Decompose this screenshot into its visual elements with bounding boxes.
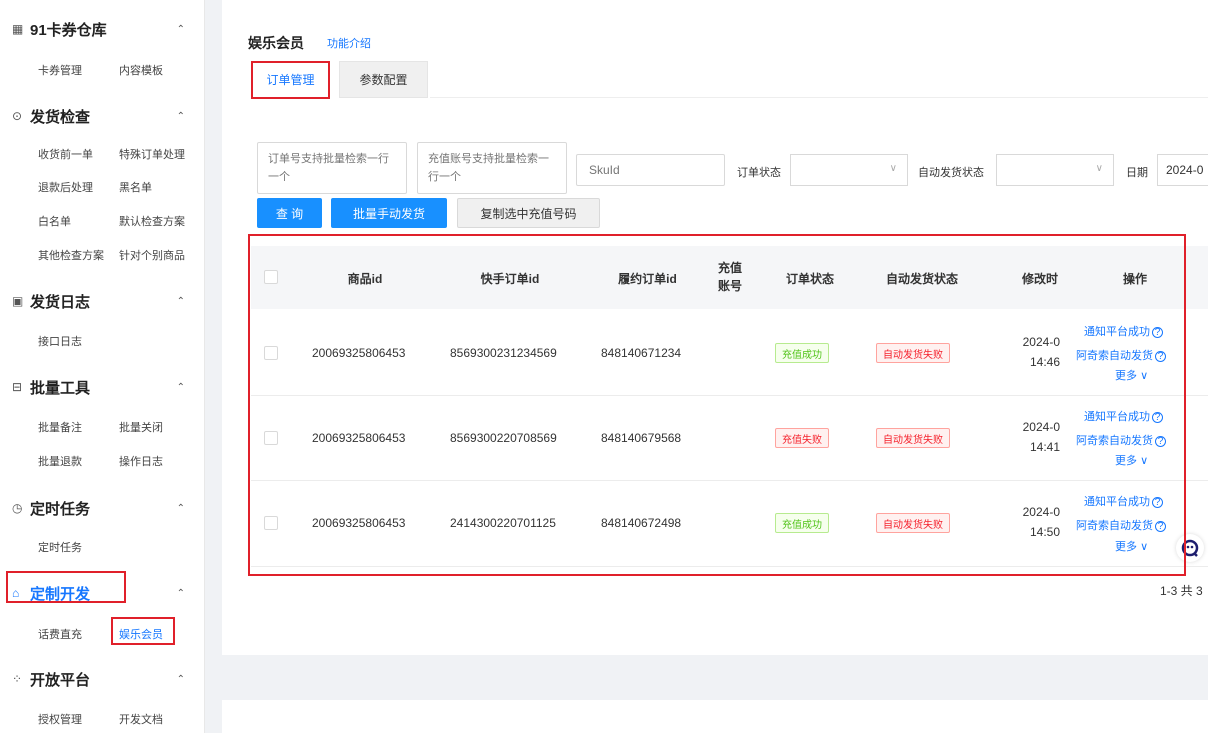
sidebar-group-ship-check[interactable]: ⊙ 发货检查 ⌃ (12, 104, 197, 128)
sidebar-item[interactable]: 白名单 (38, 213, 71, 229)
group-label: 定时任务 (30, 500, 91, 518)
sidebar-item[interactable]: 退款后处理 (38, 179, 93, 195)
highlight-box (248, 234, 1186, 576)
sidebar-group-scheduled[interactable]: ◷ 定时任务 ⌃ (12, 496, 197, 520)
tabs-divider (430, 97, 1208, 98)
tab-param-config[interactable]: 参数配置 (339, 61, 428, 98)
log-icon: ▣ (12, 294, 24, 308)
chevron-down-icon: ∨ (1095, 163, 1103, 174)
sidebar-item[interactable]: 开发文档 (119, 711, 163, 727)
chevron-up-icon: ⌃ (176, 673, 185, 685)
order-no-input[interactable] (257, 142, 407, 194)
auto-ship-label: 自动发货状态 (918, 167, 984, 179)
sidebar-item[interactable]: 接口日志 (38, 333, 82, 349)
sidebar-item[interactable]: 默认检查方案 (119, 213, 185, 229)
apps-icon: ⁘ (12, 672, 23, 686)
highlight-box (251, 61, 330, 99)
sidebar-item[interactable]: 针对个别商品 (119, 247, 185, 263)
sidebar-group-open-platform[interactable]: ⁘ 开放平台 ⌃ (12, 667, 197, 691)
chevron-up-icon: ⌃ (176, 110, 185, 122)
footer (222, 700, 1208, 733)
group-label: 批量工具 (30, 379, 91, 397)
group-label: 发货日志 (30, 293, 91, 311)
recharge-account-input[interactable] (417, 142, 567, 194)
highlight-box (111, 617, 175, 645)
order-status-label: 订单状态 (737, 167, 781, 179)
sidebar-group-ship-log[interactable]: ▣ 发货日志 ⌃ (12, 289, 197, 313)
sidebar-item[interactable]: 批量退款 (38, 453, 82, 469)
page-title: 娱乐会员 (248, 35, 304, 51)
sidebar-item[interactable]: 黑名单 (119, 179, 152, 195)
sidebar-item-card-manage[interactable]: 卡券管理 (38, 62, 82, 78)
skuid-input[interactable] (576, 154, 725, 186)
date-label: 日期 (1126, 167, 1148, 179)
highlight-box (6, 571, 126, 603)
chevron-up-icon: ⌃ (176, 23, 185, 35)
batch-manual-ship-button[interactable]: 批量手动发货 (331, 198, 447, 228)
chevron-up-icon: ⌃ (176, 502, 185, 514)
pagination-total: 1-3 共 3 (1160, 584, 1203, 598)
group-label: 开放平台 (30, 671, 91, 689)
sidebar-item[interactable]: 特殊订单处理 (119, 146, 185, 162)
order-status-select[interactable]: ∨ (790, 154, 908, 186)
group-label: 发货检查 (30, 108, 91, 126)
sidebar-item[interactable]: 操作日志 (119, 453, 163, 469)
sidebar-item[interactable]: 授权管理 (38, 711, 82, 727)
sidebar-group-card-warehouse[interactable]: ▦ 91卡券仓库 ⌃ (12, 17, 197, 41)
auto-ship-select[interactable]: ∨ (996, 154, 1114, 186)
chevron-down-icon: ∨ (889, 163, 897, 174)
feature-intro-link[interactable]: 功能介绍 (327, 35, 371, 51)
chevron-up-icon: ⌃ (176, 381, 185, 393)
chevron-up-icon: ⌃ (176, 295, 185, 307)
query-button[interactable]: 查 询 (257, 198, 322, 228)
grid-icon: ▦ (12, 22, 24, 36)
chevron-up-icon: ⌃ (176, 587, 185, 599)
sidebar-item[interactable]: 批量备注 (38, 419, 82, 435)
date-picker[interactable]: 2024-0 (1157, 154, 1208, 186)
sidebar-item-content-template[interactable]: 内容模板 (119, 62, 163, 78)
copy-recharge-button[interactable]: 复制选中充值号码 (457, 198, 600, 228)
sidebar-group-batch-tools[interactable]: ⊟ 批量工具 ⌃ (12, 375, 197, 399)
date-value: 2024-0 (1166, 163, 1204, 177)
sidebar-item[interactable]: 收货前一单 (38, 146, 93, 162)
clock-icon: ◷ (12, 501, 23, 515)
sidebar-item[interactable]: 其他检查方案 (38, 247, 104, 263)
check-icon: ⊙ (12, 109, 23, 123)
sidebar-item[interactable]: 话费直充 (38, 626, 82, 642)
toolbox-icon: ⊟ (12, 380, 23, 394)
sidebar-item[interactable]: 批量关闭 (119, 419, 163, 435)
sidebar-item[interactable]: 定时任务 (38, 539, 82, 555)
group-label: 91卡券仓库 (30, 21, 107, 39)
